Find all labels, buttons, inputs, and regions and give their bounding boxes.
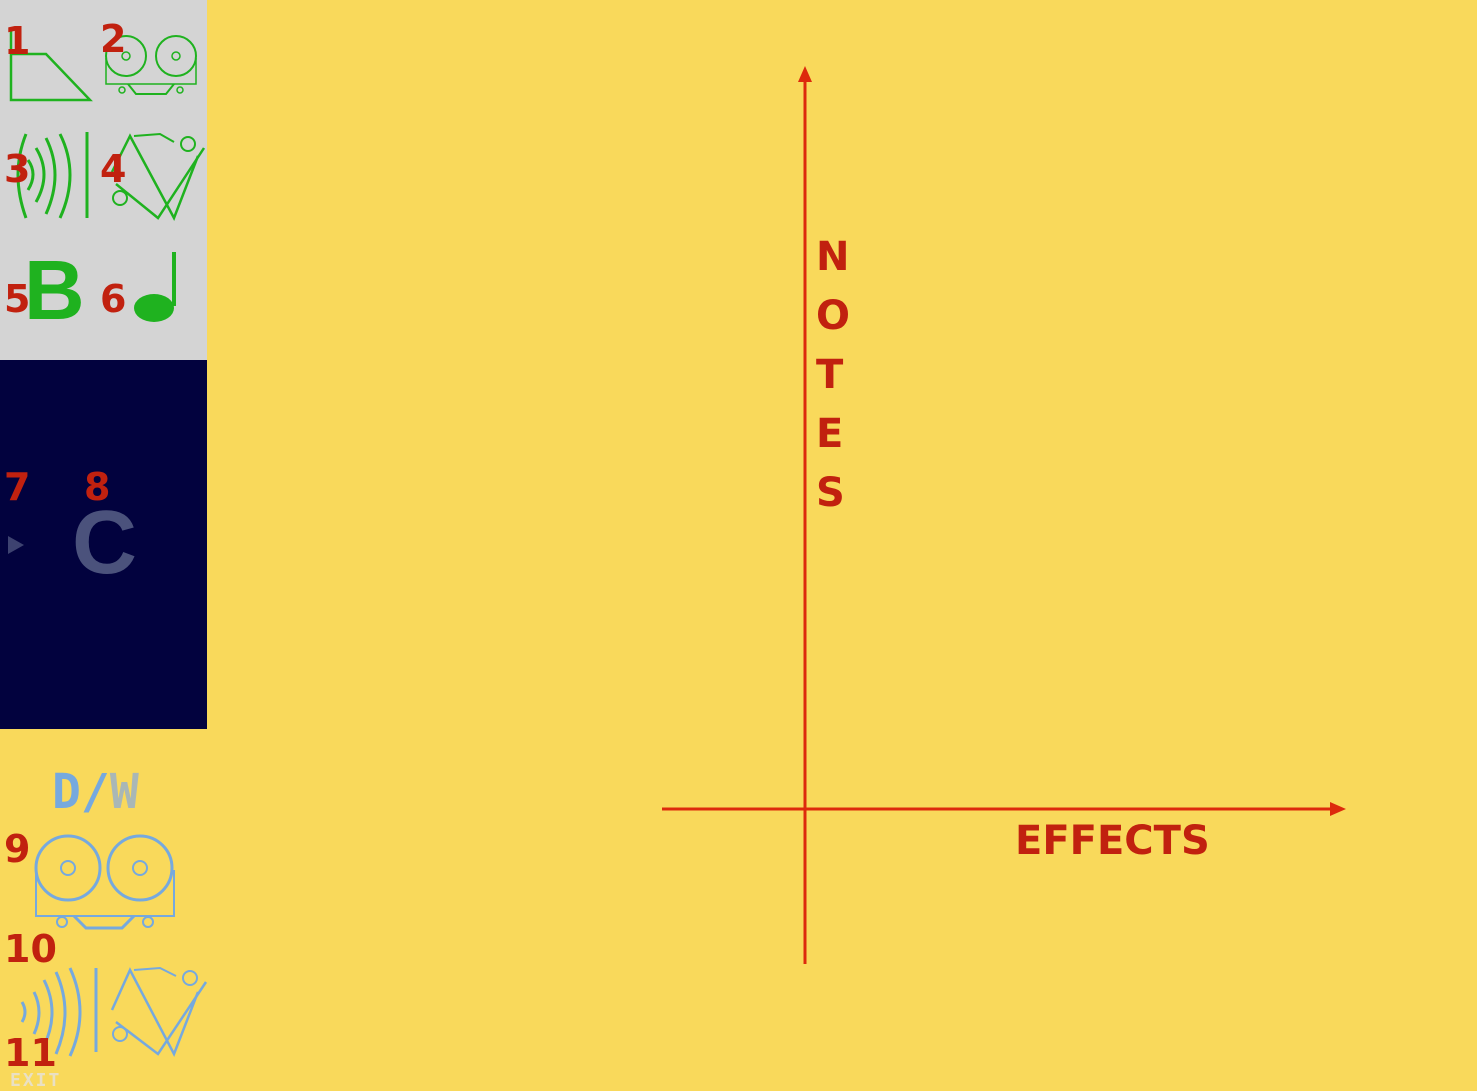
x-axis-arrow	[1330, 802, 1346, 816]
xy-pad-axes[interactable]	[0, 0, 1477, 1090]
y-axis-letter: E	[816, 411, 844, 457]
y-axis-label: N O T E S	[816, 228, 856, 523]
y-axis-letter: N	[816, 234, 850, 280]
y-axis-letter: O	[816, 293, 851, 339]
y-axis-letter: T	[816, 352, 844, 398]
y-axis-arrow	[798, 66, 812, 82]
y-axis-letter: S	[816, 470, 845, 516]
x-axis-label: EFFECTS	[1015, 818, 1210, 864]
